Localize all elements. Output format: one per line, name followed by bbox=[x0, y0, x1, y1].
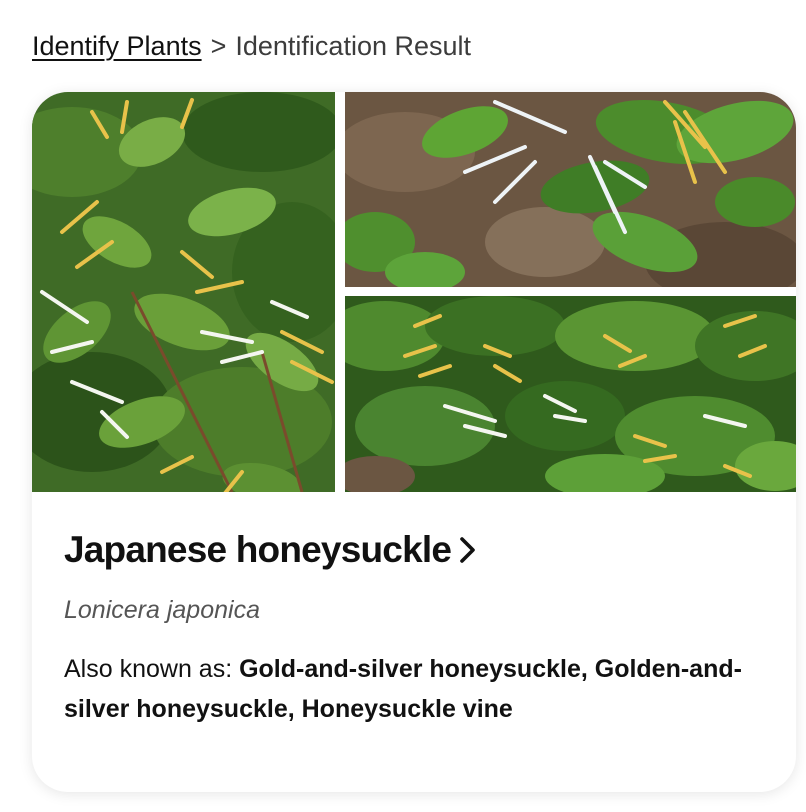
plant-photo-2[interactable] bbox=[345, 92, 796, 287]
also-known-as: Also known as: Gold-and-silver honeysuck… bbox=[64, 649, 764, 729]
chevron-right-icon bbox=[457, 535, 479, 565]
scientific-name: Lonicera japonica bbox=[64, 596, 260, 624]
common-name-link[interactable]: Japanese honeysuckle bbox=[64, 522, 764, 578]
breadcrumb: Identify Plants > Identification Result bbox=[32, 28, 471, 64]
common-name: Japanese honeysuckle bbox=[64, 529, 452, 570]
breadcrumb-current-page: Identification Result bbox=[235, 30, 472, 61]
plant-photo-3[interactable] bbox=[345, 296, 796, 492]
breadcrumb-identify-plants-link[interactable]: Identify Plants bbox=[32, 31, 202, 62]
also-known-as-label: Also known as: bbox=[64, 655, 233, 683]
identification-result-card: Japanese honeysuckle Lonicera japonica A… bbox=[32, 92, 796, 792]
result-info: Japanese honeysuckle Lonicera japonica A… bbox=[64, 522, 764, 729]
breadcrumb-separator: > bbox=[210, 30, 227, 61]
photo-gallery bbox=[32, 92, 796, 492]
plant-photo-1[interactable] bbox=[32, 92, 335, 492]
